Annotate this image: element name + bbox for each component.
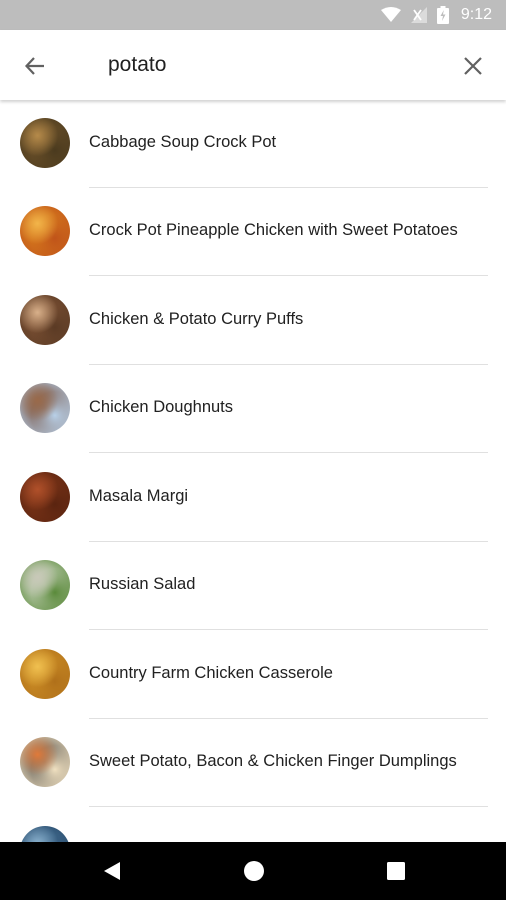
- recipe-title: Chicken & Potato Curry Puffs: [89, 310, 304, 328]
- arrow-back-icon: [24, 57, 44, 75]
- recipe-thumbnail: [20, 118, 70, 168]
- back-button[interactable]: [20, 51, 50, 81]
- signal-icon: [410, 7, 427, 23]
- divider: [89, 452, 488, 453]
- recipe-thumbnail: [20, 737, 70, 787]
- recipe-title: Chicken Doughnuts: [89, 398, 234, 416]
- recipe-thumbnail: [20, 826, 70, 842]
- nav-home-button[interactable]: [242, 859, 266, 883]
- status-time: 9:12: [460, 6, 492, 23]
- search-bar: [0, 30, 506, 100]
- result-item[interactable]: Sweet Potato, Bacon & Chicken Finger Dum…: [0, 719, 506, 807]
- recents-square-icon: [387, 862, 405, 880]
- recipe-thumbnail: [20, 472, 70, 522]
- recipe-thumbnail: [20, 206, 70, 256]
- divider: [89, 629, 488, 630]
- close-icon: [464, 57, 482, 75]
- recipe-title: Sweet Potato, Bacon & Chicken Finger Dum…: [89, 752, 457, 770]
- result-item[interactable]: Country Farm Chicken Casserole: [0, 631, 506, 719]
- divider: [89, 275, 488, 276]
- result-item[interactable]: Chicken & Potato Curry Puffs: [0, 277, 506, 365]
- results-list: Cabbage Soup Crock Pot Crock Pot Pineapp…: [0, 100, 506, 842]
- navigation-bar: [0, 842, 506, 900]
- battery-icon: [436, 6, 449, 24]
- divider: [89, 806, 488, 807]
- result-item[interactable]: Chicken Doughnuts: [0, 365, 506, 453]
- nav-recents-button[interactable]: [384, 859, 408, 883]
- recipe-title: Cabbage Soup Crock Pot: [89, 133, 277, 151]
- back-triangle-icon: [104, 862, 120, 880]
- recipe-thumbnail: [20, 383, 70, 433]
- wifi-icon: [380, 7, 401, 22]
- nav-back-button[interactable]: [100, 859, 124, 883]
- search-input[interactable]: [108, 52, 438, 78]
- recipe-thumbnail: [20, 560, 70, 610]
- result-item[interactable]: [0, 808, 506, 842]
- recipe-thumbnail: [20, 295, 70, 345]
- recipe-title: Country Farm Chicken Casserole: [89, 664, 333, 682]
- result-item[interactable]: Masala Margi: [0, 454, 506, 542]
- status-bar: 9:12: [0, 0, 506, 30]
- clear-search-button[interactable]: [458, 51, 488, 81]
- result-item[interactable]: Russian Salad: [0, 542, 506, 630]
- recipe-title: Masala Margi: [89, 487, 189, 505]
- recipe-title: Crock Pot Pineapple Chicken with Sweet P…: [89, 221, 458, 239]
- result-item[interactable]: Cabbage Soup Crock Pot: [0, 100, 506, 188]
- recipe-title: Russian Salad: [89, 575, 196, 593]
- recipe-thumbnail: [20, 649, 70, 699]
- home-circle-icon: [244, 861, 264, 881]
- result-item[interactable]: Crock Pot Pineapple Chicken with Sweet P…: [0, 188, 506, 276]
